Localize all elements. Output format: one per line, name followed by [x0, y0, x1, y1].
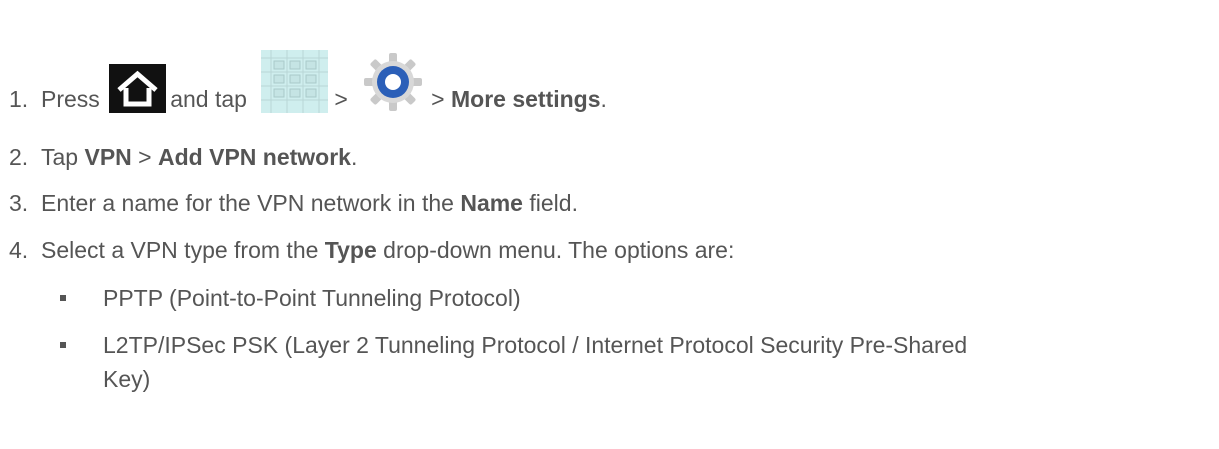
step-text: >: [138, 144, 152, 170]
step-text: Select a VPN type from the: [41, 237, 319, 263]
settings-gear-icon: [362, 51, 424, 113]
step-text: .: [350, 144, 358, 170]
step-number: 1.: [9, 86, 29, 112]
apps-grid-icon: [261, 50, 329, 113]
step-text: drop-down menu. The options are:: [383, 237, 735, 263]
step-number: 3.: [9, 190, 29, 216]
bullet-icon: [60, 295, 66, 301]
step-bold-text: Type: [324, 237, 377, 263]
step-text: >: [334, 86, 348, 112]
step-3: 3. Enter a name for the VPN network in th…: [9, 189, 578, 217]
step-number: 4.: [9, 237, 29, 263]
step-4: 4. Select a VPN type from the Type drop-d…: [9, 236, 734, 264]
step-number: 2.: [9, 144, 29, 170]
step-bold-text: More settings: [450, 86, 601, 112]
step-text: Enter a name for the VPN network in the: [41, 190, 454, 216]
step-2: 2. Tap VPN > Add VPN network.: [9, 143, 357, 171]
step-text: Press: [41, 86, 100, 112]
list-item: PPTP (Point-to-Point Tunneling Protocol): [103, 285, 521, 311]
step-bold-text: Name: [460, 190, 523, 216]
step-text: .: [600, 86, 607, 112]
list-item: L2TP/IPSec PSK (Layer 2 Tunneling Protoc…: [103, 332, 968, 358]
home-icon: [109, 64, 167, 113]
step-bold-text: VPN: [84, 144, 132, 170]
step-1: 1. Press and tap > > More settings.: [9, 50, 607, 113]
step-text: field.: [529, 190, 578, 216]
list-item-continuation: Key): [103, 366, 151, 392]
step-bold-text: Add VPN network: [158, 144, 351, 170]
step-text: Tap: [41, 144, 79, 170]
step-text: >: [431, 86, 445, 112]
bullet-icon: [60, 342, 66, 348]
step-text: and tap: [170, 86, 247, 112]
